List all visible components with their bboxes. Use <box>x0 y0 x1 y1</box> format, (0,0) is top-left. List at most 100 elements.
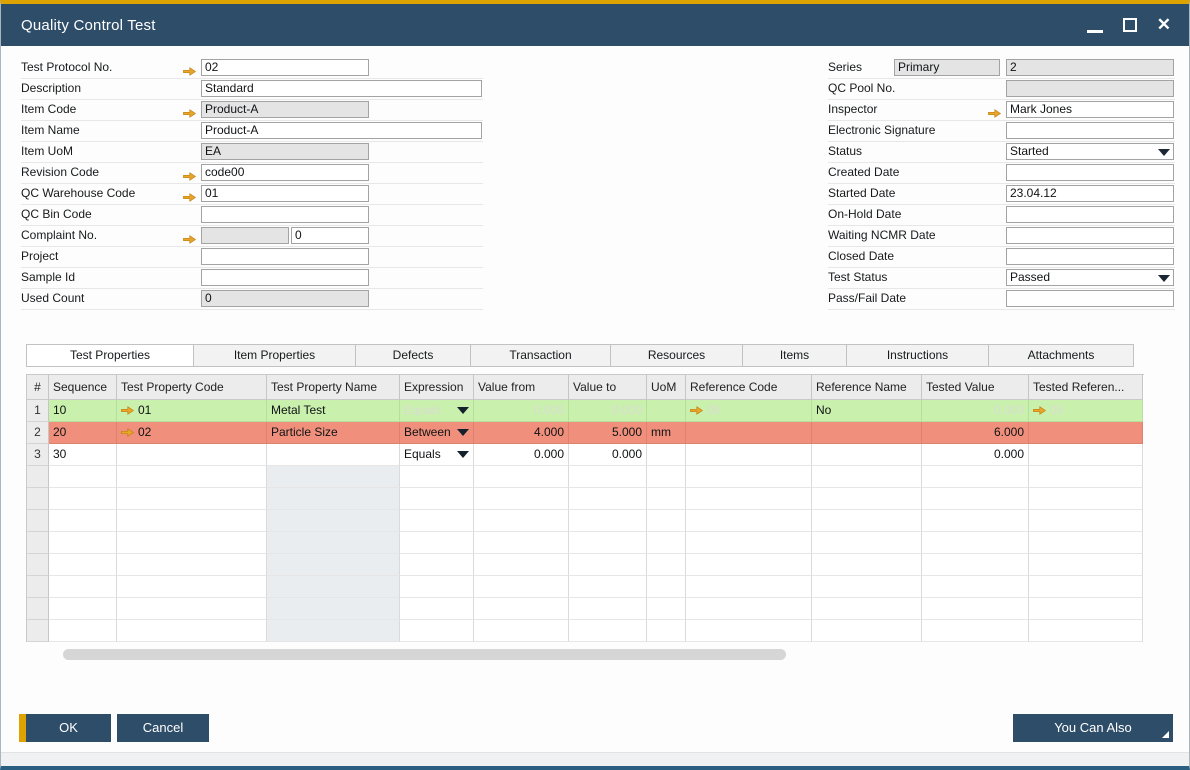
cell-row-number[interactable] <box>27 466 49 488</box>
link-arrow-icon[interactable] <box>988 104 1005 122</box>
cell-test-property-code[interactable] <box>117 510 267 532</box>
item-name-input[interactable]: Product-A <box>201 122 482 139</box>
cell-reference-code[interactable] <box>686 620 812 642</box>
cell-reference-name[interactable] <box>812 620 922 642</box>
cell-sequence[interactable] <box>49 554 117 576</box>
cell-reference-code[interactable] <box>686 444 812 466</box>
cell-value-from[interactable]: 0.000 <box>474 400 569 422</box>
cell-tested-reference[interactable] <box>1029 532 1143 554</box>
cell-reference-code[interactable] <box>686 576 812 598</box>
cell-uom[interactable] <box>647 510 686 532</box>
cell-tested-reference[interactable] <box>1029 576 1143 598</box>
cell-reference-name[interactable] <box>812 510 922 532</box>
link-arrow-icon[interactable] <box>183 230 200 248</box>
maximize-icon[interactable] <box>1123 18 1137 32</box>
cell-reference-name[interactable] <box>812 532 922 554</box>
started-date-input[interactable]: 23.04.12 <box>1006 185 1174 202</box>
tab-test-properties[interactable]: Test Properties <box>26 344 194 367</box>
cell-tested-value[interactable] <box>922 532 1029 554</box>
cell-test-property-name[interactable] <box>267 554 400 576</box>
cell-expression[interactable] <box>400 488 474 510</box>
cell-sequence[interactable] <box>49 598 117 620</box>
cell-value-from[interactable] <box>474 554 569 576</box>
cell-value-from[interactable]: 0.000 <box>474 444 569 466</box>
tab-attachments[interactable]: Attachments <box>989 344 1134 367</box>
cell-value-to[interactable] <box>569 466 647 488</box>
revision-code-input[interactable]: code00 <box>201 164 369 181</box>
cell-test-property-name[interactable]: Particle Size <box>267 422 400 444</box>
cell-expression[interactable]: Between <box>400 422 474 444</box>
cell-tested-value[interactable] <box>922 598 1029 620</box>
cell-reference-name[interactable] <box>812 444 922 466</box>
cell-test-property-code[interactable] <box>117 466 267 488</box>
cell-tested-value[interactable] <box>922 466 1029 488</box>
cell-uom[interactable] <box>647 466 686 488</box>
link-arrow-icon[interactable] <box>183 104 200 122</box>
cell-reference-name[interactable] <box>812 466 922 488</box>
cell-reference-code[interactable] <box>686 422 812 444</box>
cell-test-property-code[interactable] <box>117 444 267 466</box>
cell-test-property-code[interactable]: 01 <box>117 400 267 422</box>
cell-tested-value[interactable] <box>922 576 1029 598</box>
cell-uom[interactable] <box>647 400 686 422</box>
cell-test-property-code[interactable] <box>117 598 267 620</box>
cell-row-number[interactable] <box>27 532 49 554</box>
waiting-ncmr-date-input[interactable] <box>1006 227 1174 244</box>
cell-test-property-name[interactable] <box>267 488 400 510</box>
cell-value-to[interactable] <box>569 620 647 642</box>
cell-sequence[interactable] <box>49 576 117 598</box>
cell-test-property-code[interactable] <box>117 620 267 642</box>
cell-uom[interactable] <box>647 620 686 642</box>
link-arrow-icon[interactable] <box>183 188 200 206</box>
cell-reference-code[interactable]: 05 <box>686 400 812 422</box>
cell-expression[interactable] <box>400 510 474 532</box>
cell-reference-name[interactable] <box>812 576 922 598</box>
cell-row-number[interactable]: 1 <box>27 400 49 422</box>
cell-tested-value[interactable]: 0.000 <box>922 400 1029 422</box>
sample-id-input[interactable] <box>201 269 369 286</box>
cell-value-to[interactable]: 5.000 <box>569 422 647 444</box>
description-input[interactable]: Standard <box>201 80 482 97</box>
cell-reference-code[interactable] <box>686 598 812 620</box>
cell-tested-reference[interactable]: 05 <box>1029 400 1143 422</box>
cell-row-number[interactable] <box>27 576 49 598</box>
cell-tested-value[interactable] <box>922 488 1029 510</box>
cell-expression[interactable] <box>400 620 474 642</box>
tab-instructions[interactable]: Instructions <box>847 344 989 367</box>
cell-reference-code[interactable] <box>686 466 812 488</box>
cell-reference-name[interactable] <box>812 554 922 576</box>
cell-tested-value[interactable]: 0.000 <box>922 444 1029 466</box>
cell-value-to[interactable] <box>569 488 647 510</box>
tab-items[interactable]: Items <box>743 344 847 367</box>
cell-expression[interactable] <box>400 466 474 488</box>
cell-tested-reference[interactable] <box>1029 466 1143 488</box>
cell-row-number[interactable] <box>27 598 49 620</box>
cell-uom[interactable] <box>647 444 686 466</box>
cell-value-from[interactable] <box>474 532 569 554</box>
test-protocol-no-input[interactable]: 02 <box>201 59 369 76</box>
tab-item-properties[interactable]: Item Properties <box>194 344 356 367</box>
cell-test-property-name[interactable] <box>267 466 400 488</box>
cell-uom[interactable] <box>647 598 686 620</box>
cell-test-property-name[interactable] <box>267 532 400 554</box>
test-status-select[interactable]: Passed <box>1006 269 1174 286</box>
cell-test-property-name[interactable] <box>267 620 400 642</box>
cell-tested-reference[interactable] <box>1029 620 1143 642</box>
cell-test-property-name[interactable] <box>267 444 400 466</box>
cell-row-number[interactable]: 2 <box>27 422 49 444</box>
electronic-signature-input[interactable] <box>1006 122 1174 139</box>
cell-tested-value[interactable] <box>922 554 1029 576</box>
cell-sequence[interactable] <box>49 466 117 488</box>
cell-sequence[interactable]: 30 <box>49 444 117 466</box>
cell-reference-name[interactable] <box>812 598 922 620</box>
cell-sequence[interactable]: 20 <box>49 422 117 444</box>
tab-defects[interactable]: Defects <box>356 344 471 367</box>
cell-reference-code[interactable] <box>686 532 812 554</box>
cell-reference-name[interactable] <box>812 488 922 510</box>
on-hold-date-input[interactable] <box>1006 206 1174 223</box>
cell-reference-code[interactable] <box>686 510 812 532</box>
cell-value-to[interactable] <box>569 576 647 598</box>
inspector-input[interactable]: Mark Jones <box>1006 101 1174 118</box>
cell-expression[interactable] <box>400 598 474 620</box>
cell-row-number[interactable]: 3 <box>27 444 49 466</box>
